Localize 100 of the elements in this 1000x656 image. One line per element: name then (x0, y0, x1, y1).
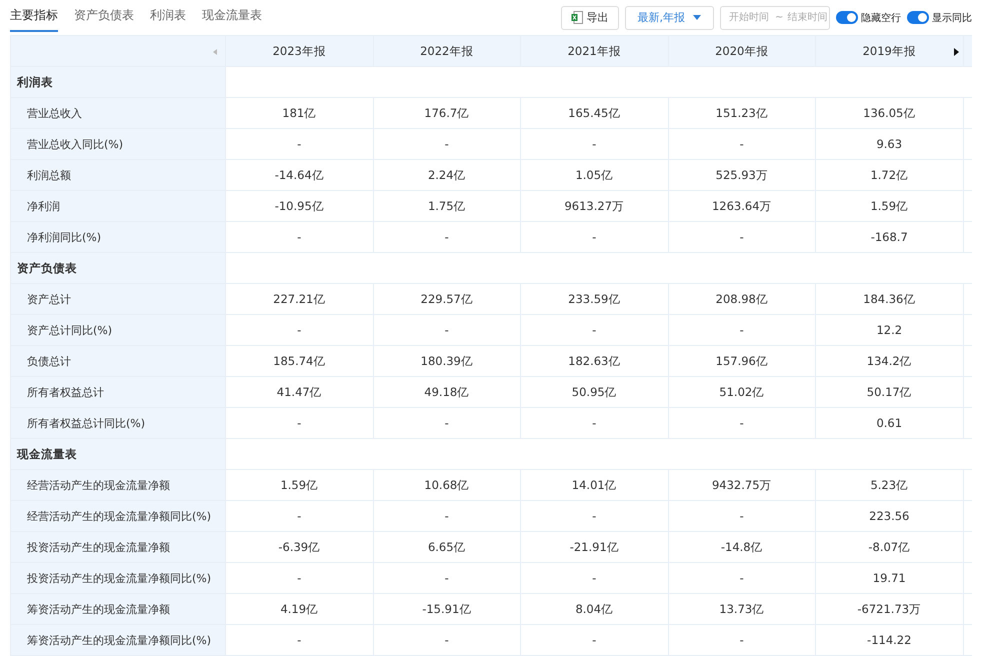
table-cell: 1.59亿 (816, 190, 963, 222)
export-button[interactable]: 导出 (560, 6, 618, 30)
table-cell: - (668, 314, 816, 346)
table-cell: 50.17亿 (816, 376, 963, 408)
table-cell: - (520, 562, 668, 594)
table-cell: - (520, 314, 668, 346)
row-label: 筹资活动产生的现金流量净额 (10, 594, 226, 624)
section-title: 利润表 (10, 66, 226, 98)
row-label: 经营活动产生的现金流量净额 (10, 470, 226, 500)
table-cell: - (226, 314, 373, 346)
row-label: 所有者权益总计同比(%) (10, 408, 226, 438)
table-cell: 0.61 (816, 408, 963, 438)
row-label: 资产总计同比(%) (10, 314, 226, 346)
tab[interactable]: 现金流量表 (202, 2, 262, 32)
start-date-input[interactable]: 开始时间 (729, 12, 771, 23)
section-title: 资产负债表 (10, 252, 226, 284)
table-cell: 1.05亿 (520, 160, 668, 190)
table-cell: 233.59亿 (520, 284, 668, 314)
table-cell: 1.72亿 (816, 160, 963, 190)
row-label: 净利润 (10, 190, 226, 222)
range-separator: ~ (775, 12, 784, 23)
spreadsheet-icon (570, 11, 582, 24)
table-cell: 151.23亿 (668, 98, 816, 128)
table-cell: 49.18亿 (373, 376, 520, 408)
table-cell: 10.68亿 (373, 470, 520, 500)
toggle-switch[interactable] (836, 11, 858, 24)
table-cell: 185.74亿 (226, 346, 373, 376)
table-cell: -14.8亿 (668, 532, 816, 562)
table-cell: 6.65亿 (373, 532, 520, 562)
table-cell: - (520, 408, 668, 438)
table-cell: -6.39亿 (226, 532, 373, 562)
end-date-input[interactable]: 结束时间 (787, 12, 830, 23)
table-cell: 1.75亿 (373, 190, 520, 222)
table-cell: - (668, 128, 816, 160)
table-cell: - (520, 128, 668, 160)
row-label: 营业总收入同比(%) (10, 128, 226, 160)
table-cell: 227.21亿 (226, 284, 373, 314)
table-cell: 51.02亿 (668, 376, 816, 408)
table-cell: 181亿 (226, 98, 373, 128)
tab[interactable]: 主要指标 (10, 2, 58, 32)
period-dropdown[interactable]: 最新,年报 (624, 6, 714, 30)
table-cell: -15.91亿 (373, 594, 520, 624)
table-cell: - (226, 562, 373, 594)
table-cell: -10.95亿 (226, 190, 373, 222)
table-cell: 229.57亿 (373, 284, 520, 314)
table-cell: - (520, 624, 668, 656)
tab[interactable]: 资产负债表 (74, 2, 134, 32)
table-cell: - (226, 624, 373, 656)
caret-icon (693, 15, 701, 20)
table-cell: 184.36亿 (816, 284, 963, 314)
column-header: 2021年报 (520, 36, 668, 66)
table-cell: 223.56 (816, 500, 963, 532)
toggle-label: 隐藏空行 (861, 12, 901, 24)
table-cell: 41.47亿 (226, 376, 373, 408)
column-header: 2020年报 (668, 36, 816, 66)
table-cell: - (668, 408, 816, 438)
table-cell: 1263.64万 (668, 190, 816, 222)
table-cell: -21.91亿 (520, 532, 668, 562)
table-cell: 134.2亿 (816, 346, 963, 376)
table-cell: -114.22 (816, 624, 963, 656)
table-cell: -168.7 (816, 222, 963, 252)
column-header: 2019年报 (816, 36, 963, 66)
row-label: 投资活动产生的现金流量净额 (10, 532, 226, 562)
table-cell: 12.2 (816, 314, 963, 346)
table-cell: - (226, 500, 373, 532)
table-cell: 180.39亿 (373, 346, 520, 376)
table-cell: - (226, 408, 373, 438)
table-cell: 165.45亿 (520, 98, 668, 128)
table-cell: 4.19亿 (226, 594, 373, 624)
row-label: 负债总计 (10, 346, 226, 376)
table-cell: 50.95亿 (520, 376, 668, 408)
table-cell: - (668, 500, 816, 532)
table-cell: -8.07亿 (816, 532, 963, 562)
table-cell: -14.64亿 (226, 160, 373, 190)
table-cell: 1.59亿 (226, 470, 373, 500)
table-cell: - (226, 222, 373, 252)
table-cell: - (373, 314, 520, 346)
row-label: 营业总收入 (10, 98, 226, 128)
row-label: 净利润同比(%) (10, 222, 226, 252)
table-cell: 157.96亿 (668, 346, 816, 376)
table-cell: - (520, 500, 668, 532)
row-label: 筹资活动产生的现金流量净额同比(%) (10, 624, 226, 656)
table-cell: 9.63 (816, 128, 963, 160)
table-cell: 525.93万 (668, 160, 816, 190)
table-cell: 8.04亿 (520, 594, 668, 624)
table-cell: 208.98亿 (668, 284, 816, 314)
table-cell: 182.63亿 (520, 346, 668, 376)
table-cell: -6721.73万 (816, 594, 963, 624)
row-label: 经营活动产生的现金流量净额同比(%) (10, 500, 226, 532)
tab[interactable]: 利润表 (150, 2, 186, 32)
table-cell: - (373, 562, 520, 594)
table-cell: - (668, 222, 816, 252)
scroll-right-icon[interactable] (954, 48, 958, 56)
toggle-switch[interactable] (907, 11, 929, 24)
row-label: 资产总计 (10, 284, 226, 314)
table-cell: 19.71 (816, 562, 963, 594)
section-title: 现金流量表 (10, 438, 226, 470)
table-cell: 136.05亿 (816, 98, 963, 128)
table-cell: - (668, 562, 816, 594)
column-header: 2023年报 (226, 36, 373, 66)
